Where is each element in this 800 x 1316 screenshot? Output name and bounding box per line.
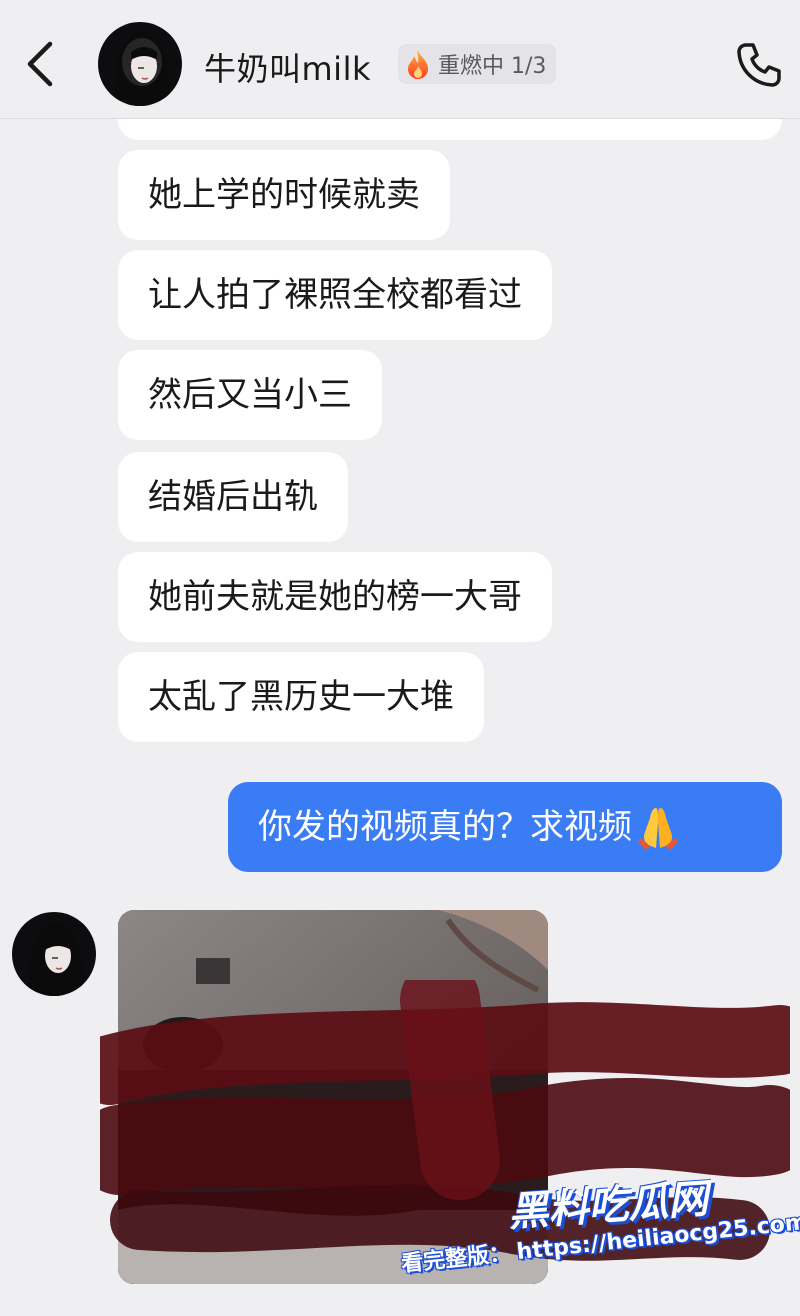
site-watermark: 黑料吃瓜网 看完整版： https://heiliaocg25.com (400, 1165, 800, 1295)
incoming-message[interactable]: 结婚后出轨 (118, 452, 348, 542)
sender-avatar[interactable] (12, 912, 96, 996)
flame-icon (408, 50, 428, 79)
message-text: 她前夫就是她的榜一大哥 (148, 577, 522, 617)
contact-name[interactable]: 牛奶叫milk (204, 44, 371, 90)
contact-avatar[interactable] (98, 22, 182, 106)
message-text: 她上学的时候就卖 (148, 175, 420, 215)
incoming-message[interactable]: 她前夫就是她的榜一大哥 (118, 552, 552, 642)
message-text: 你发的视频真的？求视频 (258, 807, 632, 847)
reignite-badge[interactable]: 重燃中 1/3 (398, 44, 557, 84)
outgoing-message[interactable]: 你发的视频真的？求视频 (228, 782, 782, 872)
phone-icon (737, 43, 781, 87)
watermark-prefix: 看完整版： (400, 1240, 513, 1278)
chat-header: 牛奶叫milk 重燃中 1/3 (0, 0, 800, 119)
back-button[interactable] (18, 36, 62, 92)
folded-hands-emoji-icon (638, 807, 678, 850)
incoming-message[interactable]: 然后又当小三 (118, 350, 382, 440)
chat-screen: 牛奶叫milk 重燃中 1/3 她上学的时候就卖 让人拍了裸照全校都看过 然后又… (0, 0, 800, 1316)
chevron-left-icon (27, 41, 53, 87)
message-text: 太乱了黑历史一大堆 (148, 677, 454, 717)
message-text: 让人拍了裸照全校都看过 (148, 275, 522, 315)
reignite-label: 重燃中 1/3 (438, 54, 547, 79)
avatar-image (12, 912, 96, 996)
incoming-message[interactable]: 让人拍了裸照全校都看过 (118, 250, 552, 340)
avatar-image (98, 22, 182, 106)
voice-call-button[interactable] (732, 38, 786, 92)
message-text: 结婚后出轨 (148, 477, 318, 517)
message-text: 然后又当小三 (148, 375, 352, 415)
incoming-message[interactable]: 太乱了黑历史一大堆 (118, 652, 484, 742)
incoming-message[interactable]: 她上学的时候就卖 (118, 150, 450, 240)
